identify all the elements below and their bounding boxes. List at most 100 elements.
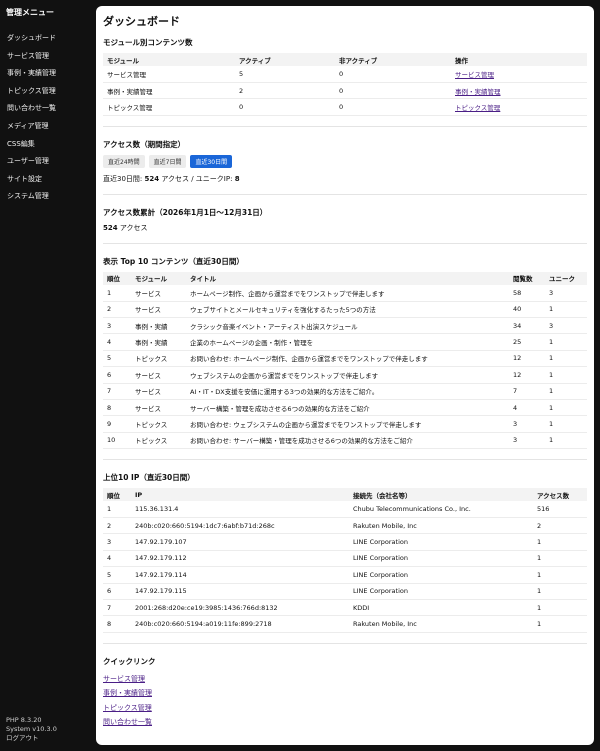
sidebar-item-media[interactable]: メディア管理 xyxy=(0,118,88,136)
action-cell: トピックス管理 xyxy=(451,98,587,116)
column-header: 順位 xyxy=(103,488,131,502)
access-count: 1 xyxy=(533,599,587,617)
module-name: トピックス管理 xyxy=(103,98,235,116)
column-header: モジュール xyxy=(131,271,186,285)
table-header-row: 順位 モジュール タイトル 閲覧数 ユニーク xyxy=(103,271,587,285)
active-count: 0 xyxy=(235,98,335,116)
ip-address: 240b:c020:660:5194:a019:11fe:899:2718 xyxy=(131,615,349,633)
table-row: 7 2001:268:d20e:ce19:3985:1436:766d:8132 K… xyxy=(103,599,587,617)
rank: 3 xyxy=(103,533,131,551)
unique: 1 xyxy=(545,383,587,400)
column-header: 接続先（会社名等） xyxy=(349,488,533,502)
table-row: 8 240b:c020:660:5194:a019:11fe:899:2718 Ra… xyxy=(103,615,587,633)
views: 12 xyxy=(509,366,545,384)
rank: 3 xyxy=(103,317,131,335)
manage-link-cases[interactable]: 事例・実績管理 xyxy=(455,88,501,96)
main-panel: ダッシュボード モジュール別コンテンツ数 モジュール アクティブ 非アクティブ … xyxy=(96,6,594,745)
column-header: モジュール xyxy=(103,53,235,66)
rank: 8 xyxy=(103,399,131,417)
title: ウェブシステムの企画から運営までをワンストップで伴走します xyxy=(186,366,509,384)
manage-link-services[interactable]: サービス管理 xyxy=(455,71,494,79)
ip-address: 147.92.179.112 xyxy=(131,550,349,568)
column-header: 操作 xyxy=(451,53,587,66)
organization: LINE Corporation xyxy=(349,566,533,584)
views: 34 xyxy=(509,317,545,335)
table-row: 1 115.36.131.4 Chubu Telecommunications Co… xyxy=(103,501,587,518)
top-ip-heading: 上位10 IP（直近30日間） xyxy=(103,473,195,483)
table-header-row: 順位 IP 接続先（会社名等） アクセス数 xyxy=(103,488,587,502)
table-row: 2 サービス ウェブサイトとメールセキュリティを強化するたった5つの方法 40 1 xyxy=(103,301,587,318)
access-heading: アクセス数（期間指定） xyxy=(103,139,186,149)
access-total-unit: アクセス xyxy=(117,223,148,232)
access-count: 1 xyxy=(533,533,587,551)
action-cell: 事例・実績管理 xyxy=(451,82,587,100)
page-title: ダッシュボード xyxy=(103,15,180,28)
unique: 1 xyxy=(545,301,587,318)
unique: 1 xyxy=(545,350,587,368)
sidebar-item-site-settings[interactable]: サイト設定 xyxy=(0,171,88,189)
sidebar: 管理メニュー ダッシュボード サービス管理 事例・実績管理 トピックス管理 問い… xyxy=(0,0,88,751)
organization: Rakuten Mobile, Inc xyxy=(349,517,533,535)
title: サーバー構築・管理を成功させる6つの効果的な方法をご紹介 xyxy=(186,399,509,417)
sidebar-item-dashboard[interactable]: ダッシュボード xyxy=(0,30,88,48)
logout-link[interactable]: ログアウト xyxy=(6,734,57,743)
access-total-section: アクセス数累計（2026年1月1日〜12月31日） 524 アクセス xyxy=(103,195,587,244)
quick-link-topics[interactable]: トピックス管理 xyxy=(103,701,587,716)
unique: 1 xyxy=(545,415,587,433)
sidebar-item-users[interactable]: ユーザー管理 xyxy=(0,153,88,171)
rank: 1 xyxy=(103,284,131,302)
php-version: PHP 8.3.20 xyxy=(6,716,42,724)
summary-mid: アクセス / ユニークIP: xyxy=(159,174,235,183)
quick-link-cases[interactable]: 事例・実績管理 xyxy=(103,686,587,701)
rank: 4 xyxy=(103,333,131,351)
rank: 7 xyxy=(103,599,131,617)
quick-link-inquiries[interactable]: 問い合わせ一覧 xyxy=(103,715,587,730)
tab-7d[interactable]: 直近7日間 xyxy=(148,154,187,168)
sidebar-item-inquiries[interactable]: 問い合わせ一覧 xyxy=(0,100,88,118)
ip-address: 240b:c020:660:5194:1dc7:6abf:b71d:268c xyxy=(131,517,349,535)
views: 3 xyxy=(509,415,545,433)
table-row: 9 トピックス お問い合わせ: ウェブシステムの企画から運営までをワンストップで伴走… xyxy=(103,415,587,433)
quick-links-section: クイックリンク サービス管理 事例・実績管理 トピックス管理 問い合わせ一覧 xyxy=(103,644,587,730)
rank: 2 xyxy=(103,517,131,535)
views: 4 xyxy=(509,399,545,417)
table-row: 4 147.92.179.112 LINE Corporation 1 xyxy=(103,550,587,568)
access-total-value: 524 アクセス xyxy=(103,223,587,233)
sidebar-title: 管理メニュー xyxy=(6,8,54,17)
active-count: 2 xyxy=(235,82,335,100)
table-row: 7 サービス AI・IT・DX支援を安価に運用する3つの効果的な方法をご紹介。 7 1 xyxy=(103,383,587,400)
views: 7 xyxy=(509,383,545,400)
title: お問い合わせ: ウェブシステムの企画から運営までをワンストップで伴走します xyxy=(186,415,509,433)
table-row: 6 サービス ウェブシステムの企画から運営までをワンストップで伴走します 12 1 xyxy=(103,366,587,384)
title: お問い合わせ: サーバー構築・管理を成功させる6つの効果的な方法をご紹介 xyxy=(186,432,509,450)
inactive-count: 0 xyxy=(335,82,451,100)
unique-ip-count: 8 xyxy=(234,174,240,183)
module: サービス xyxy=(131,383,186,400)
quick-link-services[interactable]: サービス管理 xyxy=(103,672,587,687)
sidebar-item-cases[interactable]: 事例・実績管理 xyxy=(0,65,88,83)
manage-link-topics[interactable]: トピックス管理 xyxy=(455,104,500,112)
rank: 6 xyxy=(103,583,131,600)
module: トピックス xyxy=(131,350,186,368)
title: 企業のホームページの企画・制作・管理を xyxy=(186,333,509,351)
ip-address: 147.92.179.107 xyxy=(131,533,349,551)
table-row: 10 トピックス お問い合わせ: サーバー構築・管理を成功させる6つの効果的な方法を… xyxy=(103,432,587,450)
rank: 1 xyxy=(103,501,131,518)
sidebar-item-system[interactable]: システム管理 xyxy=(0,188,88,206)
sidebar-item-services[interactable]: サービス管理 xyxy=(0,48,88,66)
tab-30d[interactable]: 直近30日間 xyxy=(190,154,233,168)
organization: LINE Corporation xyxy=(349,550,533,568)
sidebar-item-topics[interactable]: トピックス管理 xyxy=(0,83,88,101)
table-row: 5 147.92.179.114 LINE Corporation 1 xyxy=(103,566,587,584)
table-row: 3 事例・実績 クラシック音楽イベント・アーティスト出演スケジュール 34 3 xyxy=(103,317,587,335)
column-header: IP xyxy=(131,488,349,502)
module-contents-heading: モジュール別コンテンツ数 xyxy=(103,38,193,47)
tab-24h[interactable]: 直近24時間 xyxy=(103,154,145,168)
sidebar-item-css[interactable]: CSS編集 xyxy=(0,136,88,154)
access-count: 524 xyxy=(144,174,160,183)
quick-links-heading: クイックリンク xyxy=(103,656,156,666)
quick-links-list: サービス管理 事例・実績管理 トピックス管理 問い合わせ一覧 xyxy=(103,672,587,730)
organization: Rakuten Mobile, Inc xyxy=(349,615,533,633)
table-header-row: モジュール アクティブ 非アクティブ 操作 xyxy=(103,53,587,66)
active-count: 5 xyxy=(235,66,335,83)
